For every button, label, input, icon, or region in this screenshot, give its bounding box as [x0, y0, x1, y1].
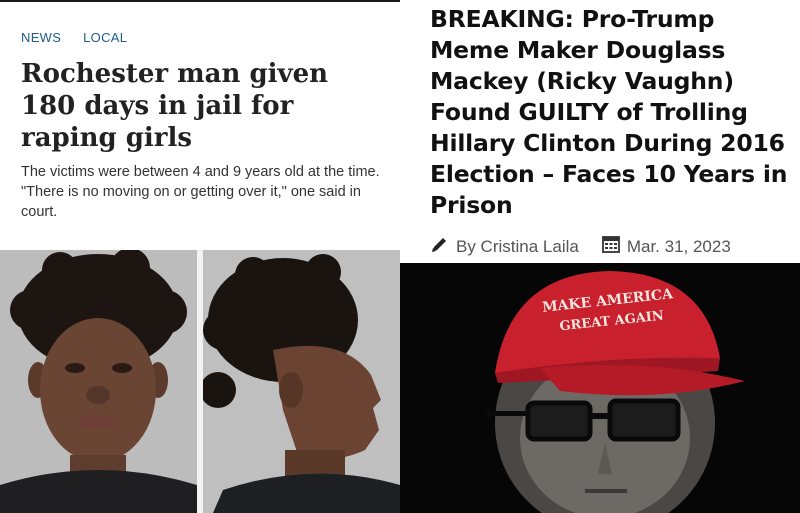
pen-icon [430, 234, 450, 259]
category-tags: NEWS LOCAL [21, 30, 145, 45]
left-article-card: NEWS LOCAL Rochester man given 180 days … [0, 0, 400, 250]
calendar-icon [601, 234, 621, 259]
mugshot-front-photo [0, 250, 197, 513]
author-link[interactable]: By Cristina Laila [456, 237, 579, 257]
breaking-headline[interactable]: BREAKING: Pro-Trump Meme Maker Douglass … [430, 4, 790, 221]
publish-date: Mar. 31, 2023 [626, 236, 731, 256]
mugshot-profile-photo [203, 250, 400, 513]
right-article-card: BREAKING: Pro-Trump Meme Maker Douglass … [400, 0, 800, 263]
top-rule [0, 0, 400, 2]
tag-local-link[interactable]: LOCAL [83, 30, 127, 45]
left-summary: The victims were between 4 and 9 years o… [21, 164, 380, 220]
maga-hat-photo: MAKE AMERICA GREAT AGAIN [400, 263, 800, 513]
byline: By Cristina Laila Mar. 31, 2023 [430, 234, 731, 259]
mugshot-photos [0, 250, 400, 513]
tag-news-link[interactable]: NEWS [21, 30, 61, 45]
left-headline[interactable]: Rochester man given 180 days in jail for… [21, 58, 381, 154]
